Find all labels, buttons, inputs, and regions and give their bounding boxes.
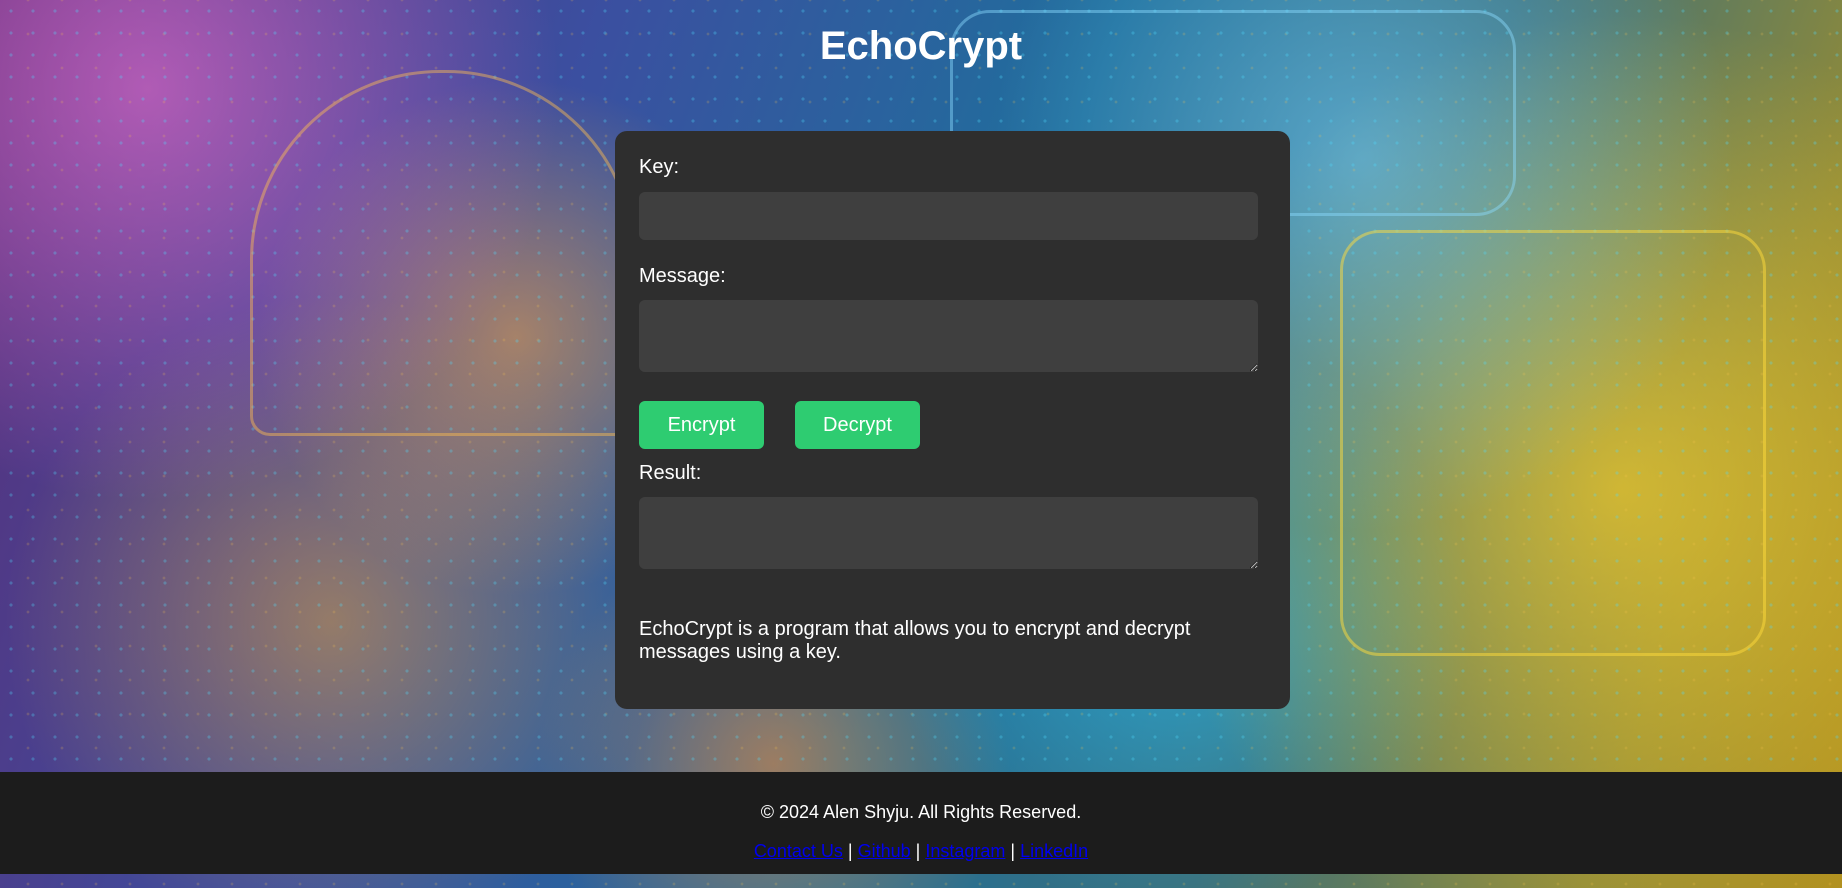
message-label: Message: — [639, 265, 726, 287]
footer-links: Contact Us | Github | Instagram | Linked… — [0, 841, 1842, 862]
crypto-card: Key: Message: Encrypt Decrypt Result: Ec… — [615, 131, 1290, 709]
page-title: EchoCrypt — [819, 24, 1023, 68]
contact-us-link[interactable]: Contact Us — [754, 841, 843, 861]
copyright-text: © 2024 Alen Shyju. All Rights Reserved. — [760, 802, 1082, 822]
background-decor-circuit — [1340, 230, 1766, 656]
link-separator: | — [915, 841, 921, 861]
background-decor-lock — [250, 70, 636, 436]
result-textarea[interactable] — [639, 497, 1258, 569]
instagram-link[interactable]: Instagram — [925, 841, 1005, 861]
link-separator: | — [847, 841, 853, 861]
link-separator: | — [1010, 841, 1016, 861]
result-label: Result: — [639, 462, 702, 484]
encrypt-button[interactable]: Encrypt — [639, 401, 764, 449]
footer: © 2024 Alen Shyju. All Rights Reserved. … — [0, 772, 1842, 874]
decrypt-button[interactable]: Decrypt — [795, 401, 920, 449]
key-label: Key: — [639, 156, 680, 178]
github-link[interactable]: Github — [858, 841, 911, 861]
message-textarea[interactable] — [639, 300, 1258, 372]
app-description: EchoCrypt is a program that allows you t… — [639, 618, 1191, 663]
key-input[interactable] — [639, 192, 1258, 240]
linkedin-link[interactable]: LinkedIn — [1020, 841, 1088, 861]
